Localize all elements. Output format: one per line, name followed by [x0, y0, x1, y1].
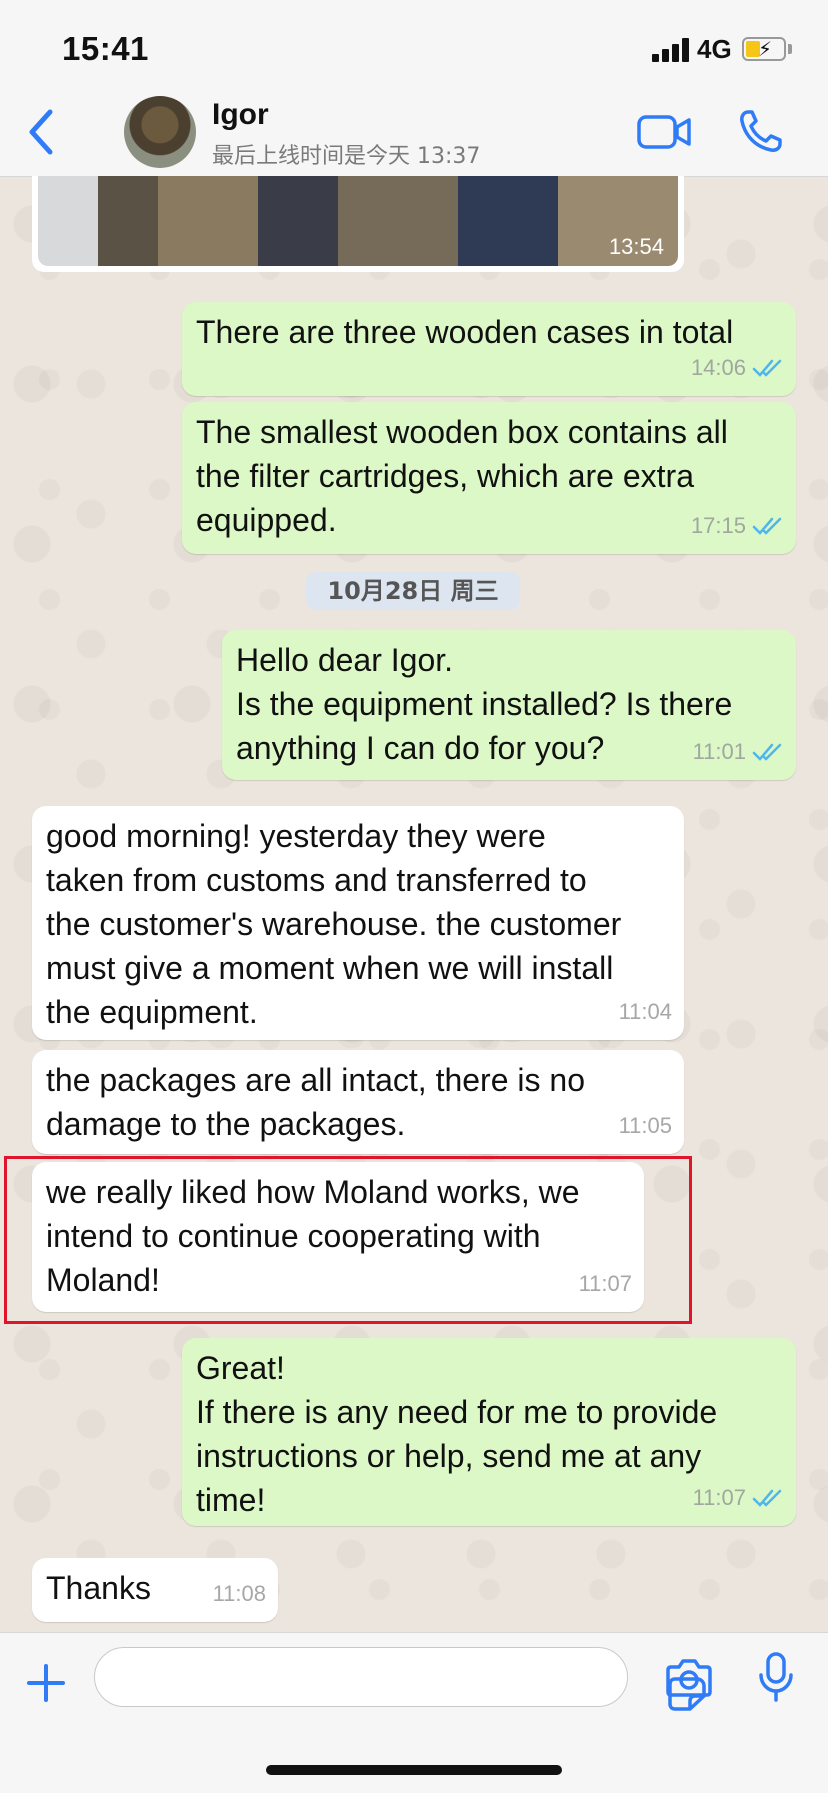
battery-tip — [788, 44, 792, 54]
message-time: 11:07 — [692, 1485, 746, 1510]
message-time: 14:06 — [690, 355, 746, 380]
plus-icon[interactable] — [26, 1663, 66, 1703]
signal-icon — [652, 38, 692, 62]
message-outgoing[interactable]: Great! If there is any need for me to pr… — [182, 1338, 796, 1526]
photo-thumbnail[interactable]: 13:54 — [38, 176, 678, 266]
chat-area[interactable]: 13:54 There are three wooden cases in to… — [0, 176, 828, 1632]
message-text: the packages are all intact, there is no… — [46, 1062, 585, 1142]
highlight-box — [4, 1156, 692, 1324]
home-indicator — [266, 1765, 562, 1775]
phone-icon[interactable] — [736, 106, 786, 156]
message-outgoing[interactable]: There are three wooden cases in total 14… — [182, 302, 796, 396]
status-bar: 15:41 4G ⚡ — [0, 0, 828, 88]
message-time: 11:01 — [692, 739, 746, 764]
contact-name[interactable]: Igor — [212, 98, 269, 132]
message-time: 13:54 — [608, 234, 664, 259]
microphone-icon[interactable] — [756, 1651, 796, 1703]
chat-header: Igor 最后上线时间是今天 13:37 — [0, 88, 828, 177]
message-incoming[interactable]: good morning! yesterday they were taken … — [32, 806, 684, 1040]
read-receipt-icon — [752, 517, 782, 535]
date-divider: 10月28日 周三 — [306, 572, 520, 610]
read-receipt-icon — [752, 1489, 782, 1507]
network-type: 4G — [697, 34, 732, 64]
video-call-icon[interactable] — [636, 112, 692, 152]
message-time: 11:04 — [618, 999, 672, 1024]
camera-icon[interactable] — [666, 1657, 712, 1697]
image-message[interactable]: 13:54 — [32, 176, 684, 272]
status-time: 15:41 — [62, 30, 149, 67]
back-chevron-icon[interactable] — [22, 104, 62, 160]
message-incoming[interactable]: the packages are all intact, there is no… — [32, 1050, 684, 1154]
message-input[interactable] — [94, 1647, 706, 1711]
last-seen-status: 最后上线时间是今天 13:37 — [212, 144, 481, 169]
message-time: 11:08 — [212, 1581, 266, 1606]
message-input-bar — [0, 1632, 828, 1793]
message-time: 11:05 — [618, 1113, 672, 1138]
battery-icon: ⚡ — [742, 37, 786, 61]
message-outgoing[interactable]: The smallest wooden box contains all the… — [182, 402, 796, 554]
message-time: 17:15 — [690, 513, 746, 538]
message-text: good morning! yesterday they were taken … — [46, 818, 622, 1030]
read-receipt-icon — [752, 359, 782, 377]
avatar[interactable] — [124, 96, 196, 168]
message-outgoing[interactable]: Hello dear Igor. Is the equipment instal… — [222, 630, 796, 780]
read-receipt-icon — [752, 743, 782, 761]
message-incoming[interactable]: Thanks 11:08 — [32, 1558, 278, 1622]
